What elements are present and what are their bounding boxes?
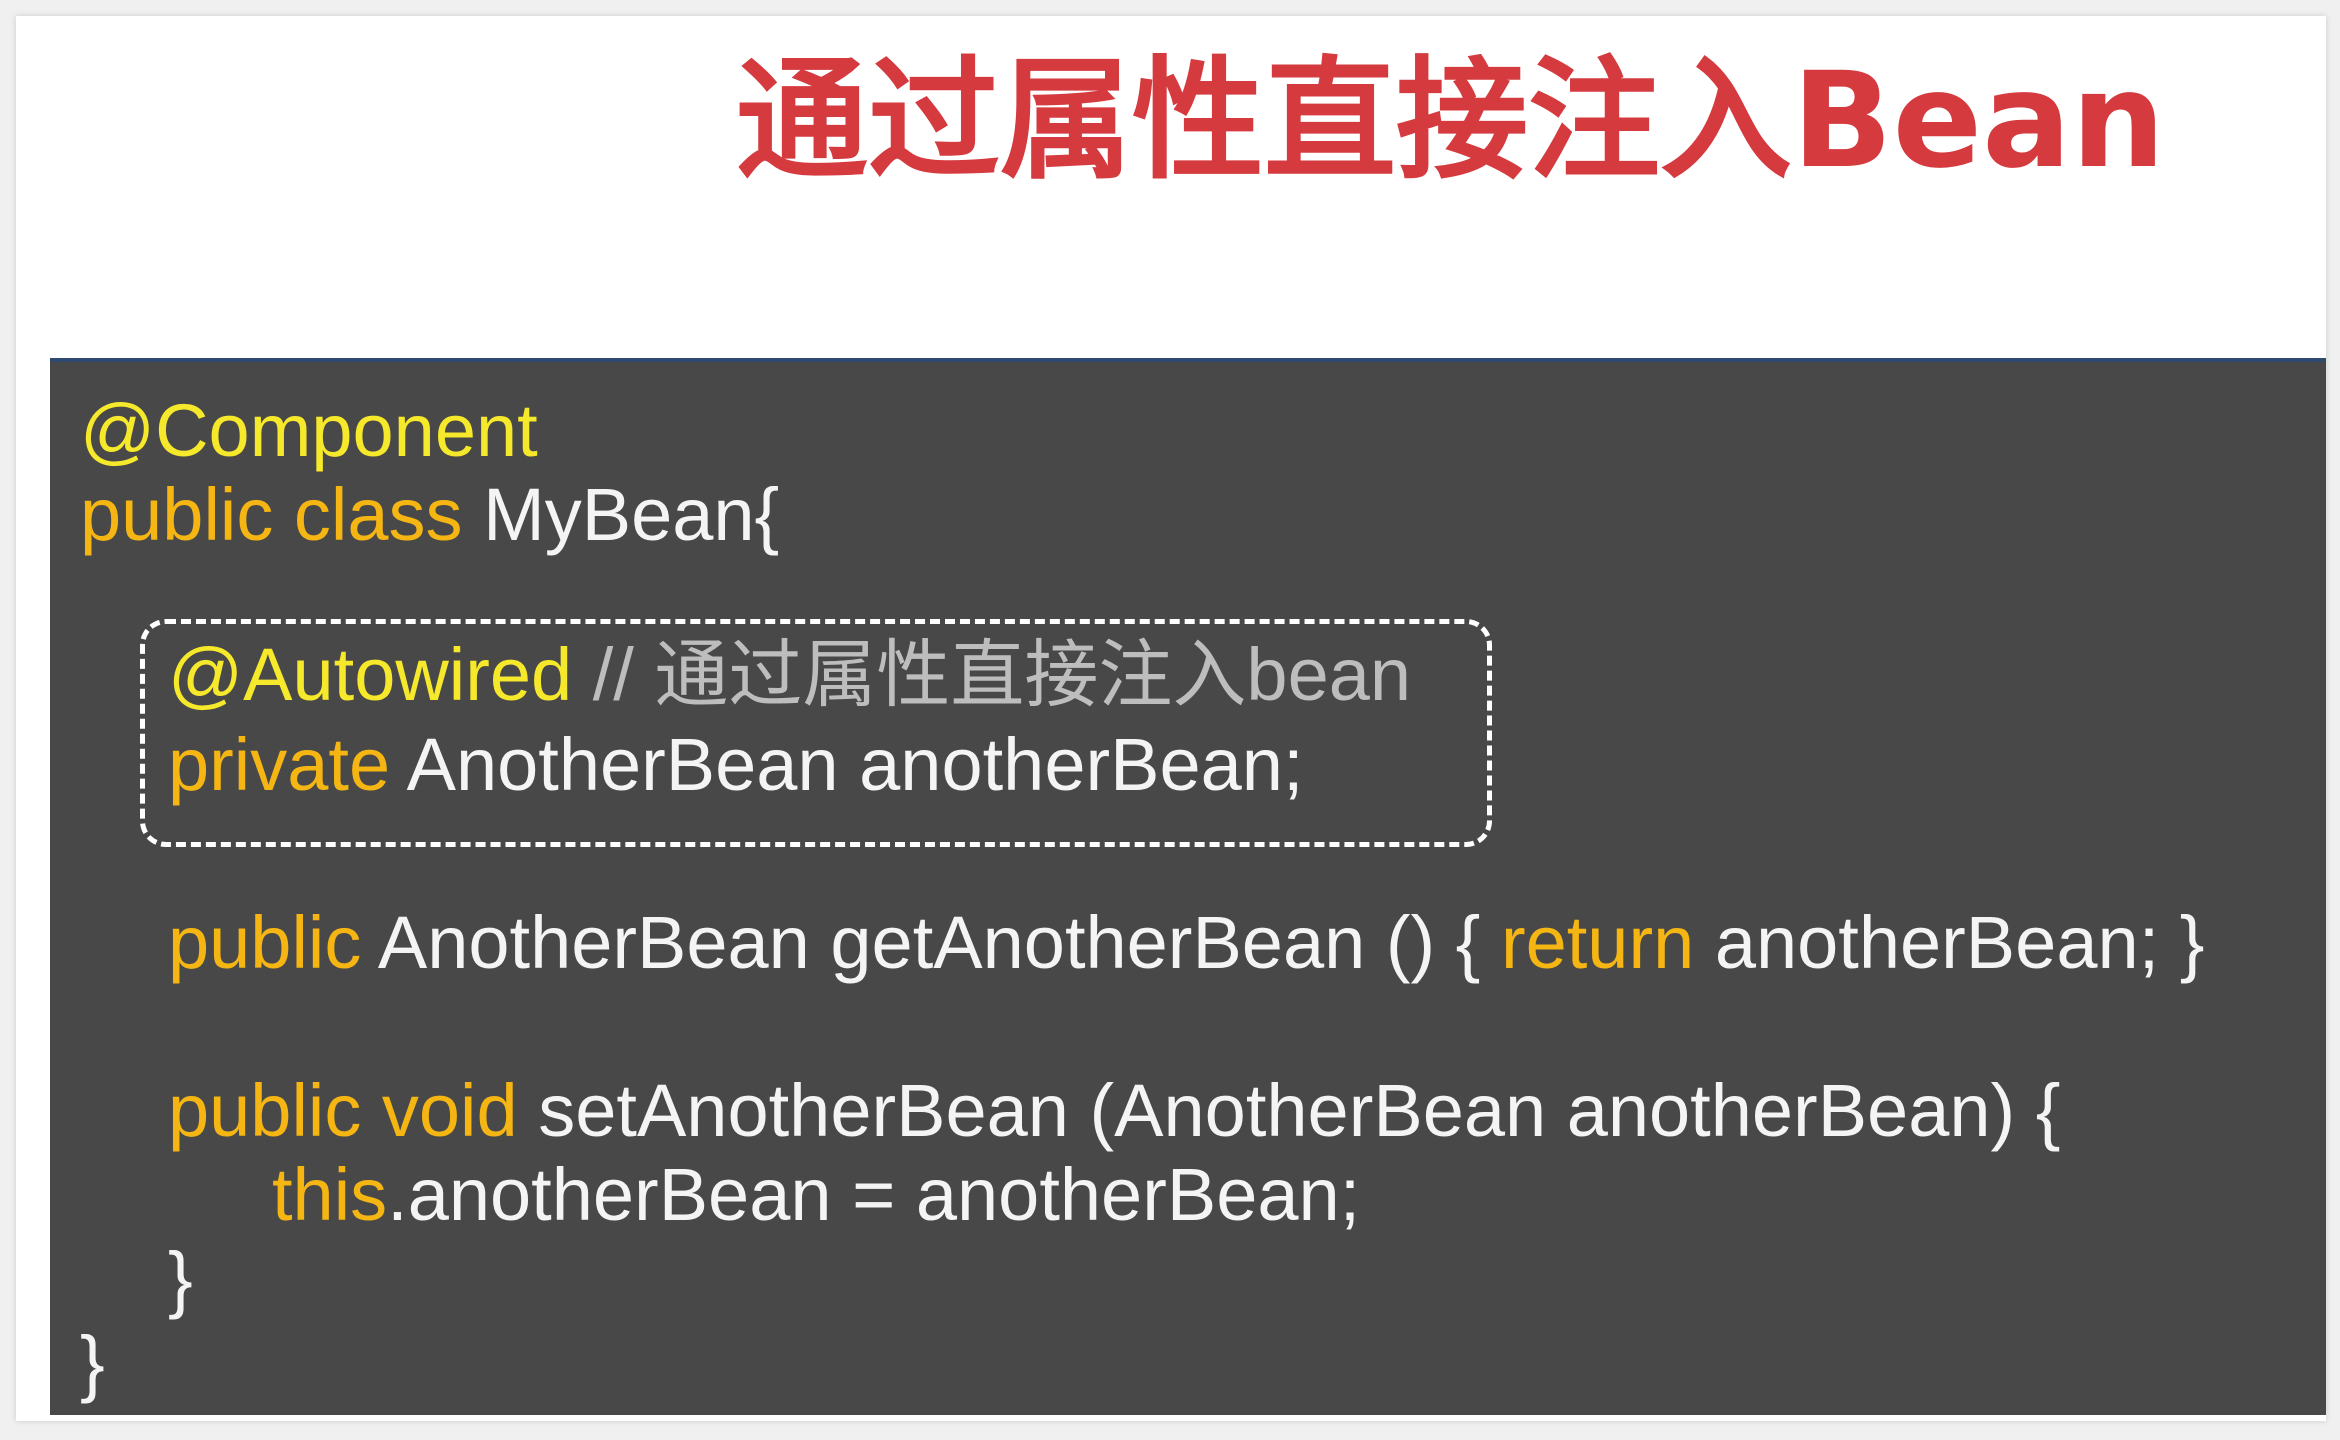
component-annotation: @Component bbox=[80, 389, 538, 472]
return-keyword: return bbox=[1500, 901, 1695, 984]
setter-signature: setAnotherBean (AnotherBean anotherBean)… bbox=[517, 1069, 2061, 1152]
code-line-autowired: @Autowired // 通过属性直接注入bean bbox=[168, 632, 1411, 718]
code-line-setter-body: this.anotherBean = anotherBean; bbox=[272, 1152, 1360, 1238]
code-line-field: private AnotherBean anotherBean; bbox=[168, 722, 1304, 808]
code-line-class-declaration: public class MyBean{ bbox=[80, 472, 779, 558]
getter-signature: AnotherBean getAnotherBean () { bbox=[361, 901, 1501, 984]
setter-keywords: public void bbox=[168, 1069, 518, 1152]
slide-title: 通过属性直接注入Bean bbox=[736, 44, 2166, 198]
slide: 通过属性直接注入Bean @Component public class MyB… bbox=[16, 16, 2326, 1421]
setter-closing-brace: } bbox=[168, 1237, 193, 1320]
code-line-setter: public void setAnotherBean (AnotherBean … bbox=[168, 1068, 2060, 1154]
code-panel: @Component public class MyBean{ @Autowir… bbox=[50, 358, 2326, 1415]
autowired-comment: // 通过属性直接注入bean bbox=[572, 633, 1412, 716]
class-name: MyBean{ bbox=[462, 473, 780, 556]
autowired-annotation: @Autowired bbox=[168, 633, 573, 716]
private-keyword: private bbox=[168, 723, 391, 806]
getter-return-value: anotherBean; } bbox=[1694, 901, 2205, 984]
code-line-class-close: } bbox=[80, 1320, 105, 1406]
this-keyword: this bbox=[272, 1153, 388, 1236]
code-line-component: @Component bbox=[80, 388, 538, 474]
setter-assignment: .anotherBean = anotherBean; bbox=[387, 1153, 1361, 1236]
code-line-getter: public AnotherBean getAnotherBean () { r… bbox=[168, 900, 2204, 986]
getter-public-keyword: public bbox=[168, 901, 362, 984]
class-keywords: public class bbox=[80, 473, 463, 556]
field-declaration: AnotherBean anotherBean; bbox=[390, 723, 1304, 806]
code-line-setter-close: } bbox=[168, 1236, 193, 1322]
class-closing-brace: } bbox=[80, 1321, 105, 1404]
